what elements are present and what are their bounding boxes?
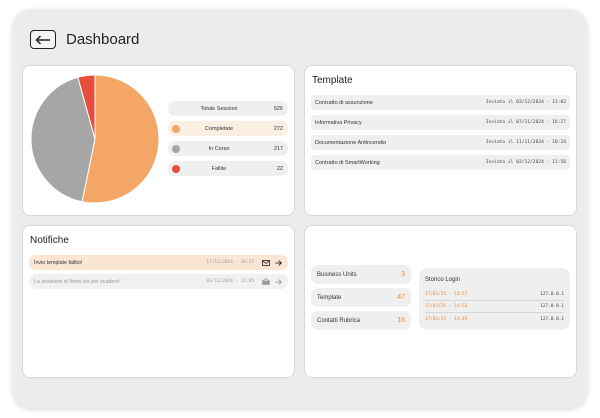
template-sent-date: Inviato il 03/12/2024 - 13:02 — [485, 100, 566, 105]
login-history-panel: Storico Login 17/01/25 - 14:57 127.0.0.1 1… — [419, 268, 570, 330]
notification-text: La sessione di firma sta per scadere! — [34, 278, 121, 285]
sessions-pie-chart — [30, 74, 160, 204]
legend-label: Completate — [204, 125, 234, 132]
login-row: 17/01/25 - 14:57 127.0.0.1 — [425, 289, 564, 301]
legend-item: Fallite 22 — [168, 161, 288, 176]
envelope-open-icon[interactable] — [261, 278, 271, 285]
legend-value: 217 — [273, 145, 283, 152]
template-sent-date: Inviato il 03/12/2024 - 11:56 — [485, 160, 566, 165]
notifications-title: Notifiche — [30, 235, 69, 246]
legend-label: In Corso — [208, 145, 230, 152]
stat-label: Template — [317, 294, 342, 301]
page-title: Dashboard — [66, 31, 140, 48]
legend-dot — [172, 144, 180, 153]
legend-value: 526 — [273, 105, 283, 112]
template-row[interactable]: Contratto di assunzione Inviato il 03/12/… — [311, 95, 570, 110]
stat-value: 47 — [397, 294, 405, 301]
template-name: Contratto di SmartWorking — [315, 159, 380, 166]
template-name: Documentazione Antincendio — [315, 139, 387, 146]
back-button[interactable] — [30, 30, 56, 49]
stat-label: Business Units — [317, 271, 357, 278]
login-row: 17/01/25 - 14:52 127.0.0.1 — [425, 301, 564, 313]
sessions-legend: Totale Sessioni 526 Completate 272 In Corso 2… — [168, 101, 288, 181]
stat-label: Contatti Rubrica — [317, 317, 361, 324]
arrow-right-icon[interactable] — [273, 278, 283, 285]
arrow-left-icon — [35, 34, 50, 45]
login-ip: 127.0.0.1 — [540, 292, 564, 297]
template-row[interactable]: Documentazione Antincendio Inviato il 11/… — [311, 135, 570, 150]
stat-value: 3 — [401, 271, 405, 278]
login-date: 17/01/25 - 14:49 — [425, 316, 468, 322]
notifications-card: Notifiche Invio template fallito! 17/12/2… — [22, 225, 295, 378]
stat-item[interactable]: Template 47 — [311, 288, 411, 307]
login-date: 17/01/25 - 14:57 — [425, 292, 468, 297]
legend-dot — [172, 124, 180, 133]
legend-item: Totale Sessioni 526 — [168, 101, 288, 116]
login-history-title: Storico Login — [425, 277, 461, 283]
template-list: Contratto di assunzione Inviato il 03/12/… — [311, 95, 570, 175]
template-sent-date: Inviato il 07/11/2024 - 16:27 — [485, 120, 566, 125]
template-row[interactable]: Informativa Privacy Inviato il 07/11/2024… — [311, 115, 570, 130]
template-card: Template Contratto di assunzione Inviato … — [304, 65, 577, 216]
notification-date: 03/12/2024 - 11:05 — [206, 279, 254, 284]
legend-dot — [172, 164, 180, 173]
stats-list: Business Units 3 Template 47 Contatti Rubric… — [311, 265, 411, 334]
page-header: Dashboard — [30, 30, 139, 49]
notification-item[interactable]: La sessione di firma sta per scadere! 03/… — [29, 274, 288, 289]
login-ip: 127.0.0.1 — [540, 304, 564, 309]
dashboard-frame: Dashboard Totale Sessioni 526 Completate 27… — [13, 10, 587, 408]
stat-item[interactable]: Contatti Rubrica 16 — [311, 311, 411, 330]
legend-value: 272 — [273, 125, 283, 132]
stat-item[interactable]: Business Units 3 — [311, 265, 411, 284]
template-title: Template — [312, 75, 353, 86]
notification-text: Invio template fallito! — [34, 259, 83, 266]
notification-item[interactable]: Invio template fallito! 17/12/2024 - 16:2… — [29, 255, 288, 270]
template-name: Informativa Privacy — [315, 119, 362, 126]
stats-card: Business Units 3 Template 47 Contatti Rubric… — [304, 225, 577, 378]
stat-value: 16 — [397, 317, 405, 324]
legend-value: 22 — [276, 165, 283, 172]
template-row[interactable]: Contratto di SmartWorking Inviato il 03/1… — [311, 155, 570, 170]
notification-date: 17/12/2024 - 16:25 — [206, 260, 254, 265]
legend-item: In Corso 217 — [168, 141, 288, 156]
login-date: 17/01/25 - 14:52 — [425, 304, 468, 309]
sessions-card: Totale Sessioni 526 Completate 272 In Corso 2… — [22, 65, 295, 216]
envelope-icon[interactable] — [261, 259, 271, 266]
legend-label: Totale Sessioni — [200, 105, 238, 112]
notifications-list: Invio template fallito! 17/12/2024 - 16:2… — [29, 255, 288, 293]
login-ip: 127.0.0.1 — [540, 316, 564, 322]
legend-label: Fallite — [211, 165, 227, 172]
template-sent-date: Inviato il 11/11/2024 - 10:24 — [485, 140, 566, 145]
template-name: Contratto di assunzione — [315, 99, 373, 106]
arrow-right-icon[interactable] — [273, 259, 283, 266]
login-history-list: 17/01/25 - 14:57 127.0.0.1 17/01/25 - 14:5… — [425, 289, 564, 325]
legend-item: Completate 272 — [168, 121, 288, 136]
login-row: 17/01/25 - 14:49 127.0.0.1 — [425, 313, 564, 325]
